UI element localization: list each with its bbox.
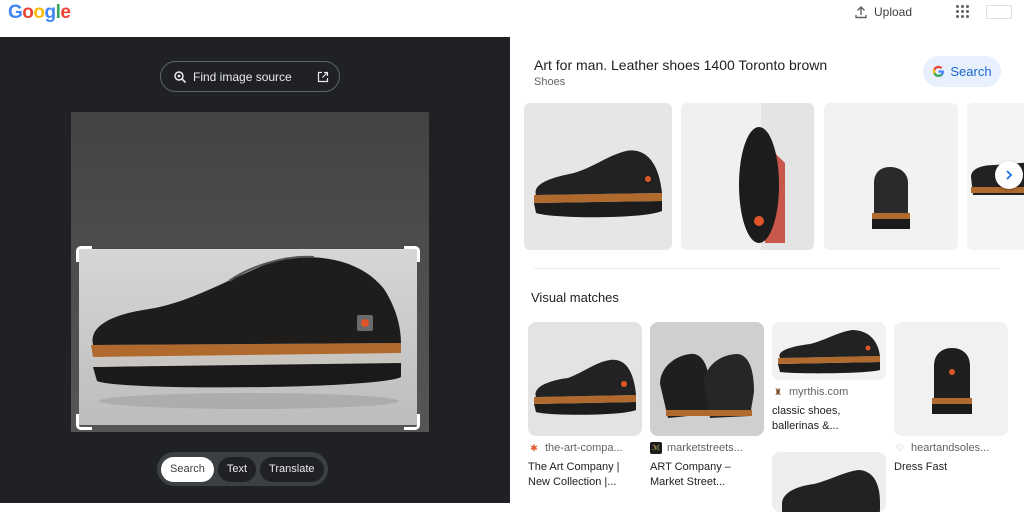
google-logo[interactable]: Google bbox=[8, 2, 71, 24]
logo-letter: o bbox=[33, 2, 45, 23]
match-source-label: marketstreets... bbox=[667, 442, 743, 454]
match-title[interactable]: ART Company – Market Street... bbox=[650, 460, 764, 490]
upload-label: Upload bbox=[874, 5, 913, 19]
open-in-new-icon bbox=[317, 71, 329, 82]
market-street-logo-icon: ℳ bbox=[650, 442, 662, 454]
shoe-thumbnail bbox=[778, 330, 880, 374]
related-image[interactable] bbox=[681, 103, 814, 250]
match-title[interactable]: The Art Company | New Collection |... bbox=[528, 460, 642, 490]
shoe-image bbox=[91, 255, 402, 409]
logo-letter: g bbox=[44, 2, 57, 23]
match-source[interactable]: ℳ marketstreets... bbox=[650, 442, 764, 454]
visual-match-card[interactable]: ♜ myrthis.com classic shoes, ballerinas … bbox=[772, 322, 886, 434]
google-search-label: Search bbox=[950, 64, 992, 79]
match-title[interactable]: classic shoes, ballerinas &... bbox=[772, 404, 886, 434]
upload-button[interactable]: Upload bbox=[854, 4, 912, 20]
result-title[interactable]: Art for man. Leather shoes 1400 Toronto … bbox=[534, 57, 827, 73]
boot-icon: ♜ bbox=[773, 386, 783, 397]
shoe-heel-thumbnail bbox=[872, 167, 910, 229]
top-bar: Google Upload bbox=[0, 0, 1024, 37]
shoe-thumbnail bbox=[534, 359, 636, 415]
logo-letter: e bbox=[60, 2, 71, 23]
mode-search-button[interactable]: Search bbox=[161, 456, 214, 482]
crop-handle-bottom-right[interactable] bbox=[404, 414, 420, 430]
logo-letter: o bbox=[22, 2, 34, 23]
apps-grid-icon[interactable] bbox=[956, 5, 970, 19]
shoe-pair-thumbnail bbox=[660, 353, 754, 418]
match-image[interactable] bbox=[894, 322, 1008, 436]
google-search-button[interactable]: Search bbox=[923, 56, 1001, 87]
shoe-thumbnail bbox=[534, 150, 662, 218]
art-company-star-icon: ✱ bbox=[530, 442, 538, 453]
mode-text-button[interactable]: Text bbox=[217, 456, 257, 482]
results-pane: Art for man. Leather shoes 1400 Toronto … bbox=[510, 37, 1024, 512]
visual-matches-heading: Visual matches bbox=[531, 290, 619, 305]
visual-match-card[interactable]: ℳ marketstreets... ART Company – Market … bbox=[650, 322, 764, 490]
match-title[interactable]: Dress Fast bbox=[894, 460, 1008, 475]
section-divider bbox=[534, 268, 1000, 269]
visual-match-card[interactable]: ♡ heartandsoles... Dress Fast bbox=[894, 322, 1008, 475]
visual-match-card[interactable]: ✱ the-art-compa... The Art Company | New… bbox=[528, 322, 642, 490]
find-image-source-label: Find image source bbox=[193, 69, 292, 84]
match-image[interactable] bbox=[650, 322, 764, 436]
match-image[interactable] bbox=[772, 322, 886, 380]
chevron-right-icon bbox=[1006, 170, 1013, 180]
shoe-sole-thumbnail bbox=[739, 103, 814, 250]
match-source-label: myrthis.com bbox=[789, 386, 849, 398]
logo-letter: G bbox=[8, 2, 23, 23]
upload-icon bbox=[855, 6, 867, 19]
crop-handle-top-left[interactable] bbox=[76, 246, 92, 262]
crop-handle-bottom-left[interactable] bbox=[76, 414, 92, 430]
lens-search-icon bbox=[174, 70, 187, 83]
match-source[interactable]: ♜ myrthis.com bbox=[772, 386, 886, 398]
carousel-next-button[interactable] bbox=[995, 161, 1023, 189]
match-source-label: the-art-compa... bbox=[545, 442, 623, 454]
related-image[interactable] bbox=[824, 103, 958, 250]
match-image[interactable] bbox=[772, 452, 886, 512]
crop-handle-top-right[interactable] bbox=[404, 246, 420, 262]
image-preview-pane: Find image source Search Text Translate bbox=[0, 37, 510, 503]
shoe-heel-thumbnail bbox=[932, 348, 972, 414]
match-source[interactable]: ✱ the-art-compa... bbox=[528, 442, 642, 454]
related-image[interactable] bbox=[524, 103, 672, 250]
heart-soles-logo-icon: ♡ bbox=[895, 442, 905, 453]
lens-mode-switcher: Search Text Translate bbox=[157, 452, 328, 486]
result-subtitle: Shoes bbox=[534, 76, 566, 88]
mode-translate-button[interactable]: Translate bbox=[260, 456, 324, 482]
match-source[interactable]: ♡ heartandsoles... bbox=[894, 442, 1008, 454]
google-g-icon bbox=[933, 65, 945, 77]
find-image-source-button[interactable]: Find image source bbox=[160, 61, 340, 92]
related-images-strip bbox=[524, 103, 1024, 250]
account-avatar[interactable] bbox=[986, 5, 1012, 19]
shoe-thumbnail bbox=[782, 470, 880, 512]
match-image[interactable] bbox=[528, 322, 642, 436]
crop-selection-area[interactable] bbox=[79, 249, 417, 425]
match-source-label: heartandsoles... bbox=[911, 442, 990, 454]
